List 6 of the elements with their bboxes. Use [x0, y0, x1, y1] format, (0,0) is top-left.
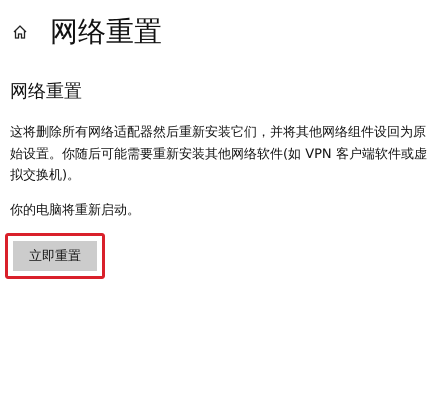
page-title: 网络重置 [50, 14, 162, 50]
description-text: 这将删除所有网络适配器然后重新安装它们，并将其他网络组件设回为原始设置。你随后可能需要重新安装其他网络软件(如 VPN 客户端软件或虚拟交换机)。 [10, 124, 428, 185]
section-heading: 网络重置 [10, 80, 83, 104]
home-icon[interactable] [12, 24, 28, 40]
restart-note: 你的电脑将重新启动。 [10, 202, 141, 220]
reset-now-button[interactable]: 立即重置 [13, 240, 97, 270]
